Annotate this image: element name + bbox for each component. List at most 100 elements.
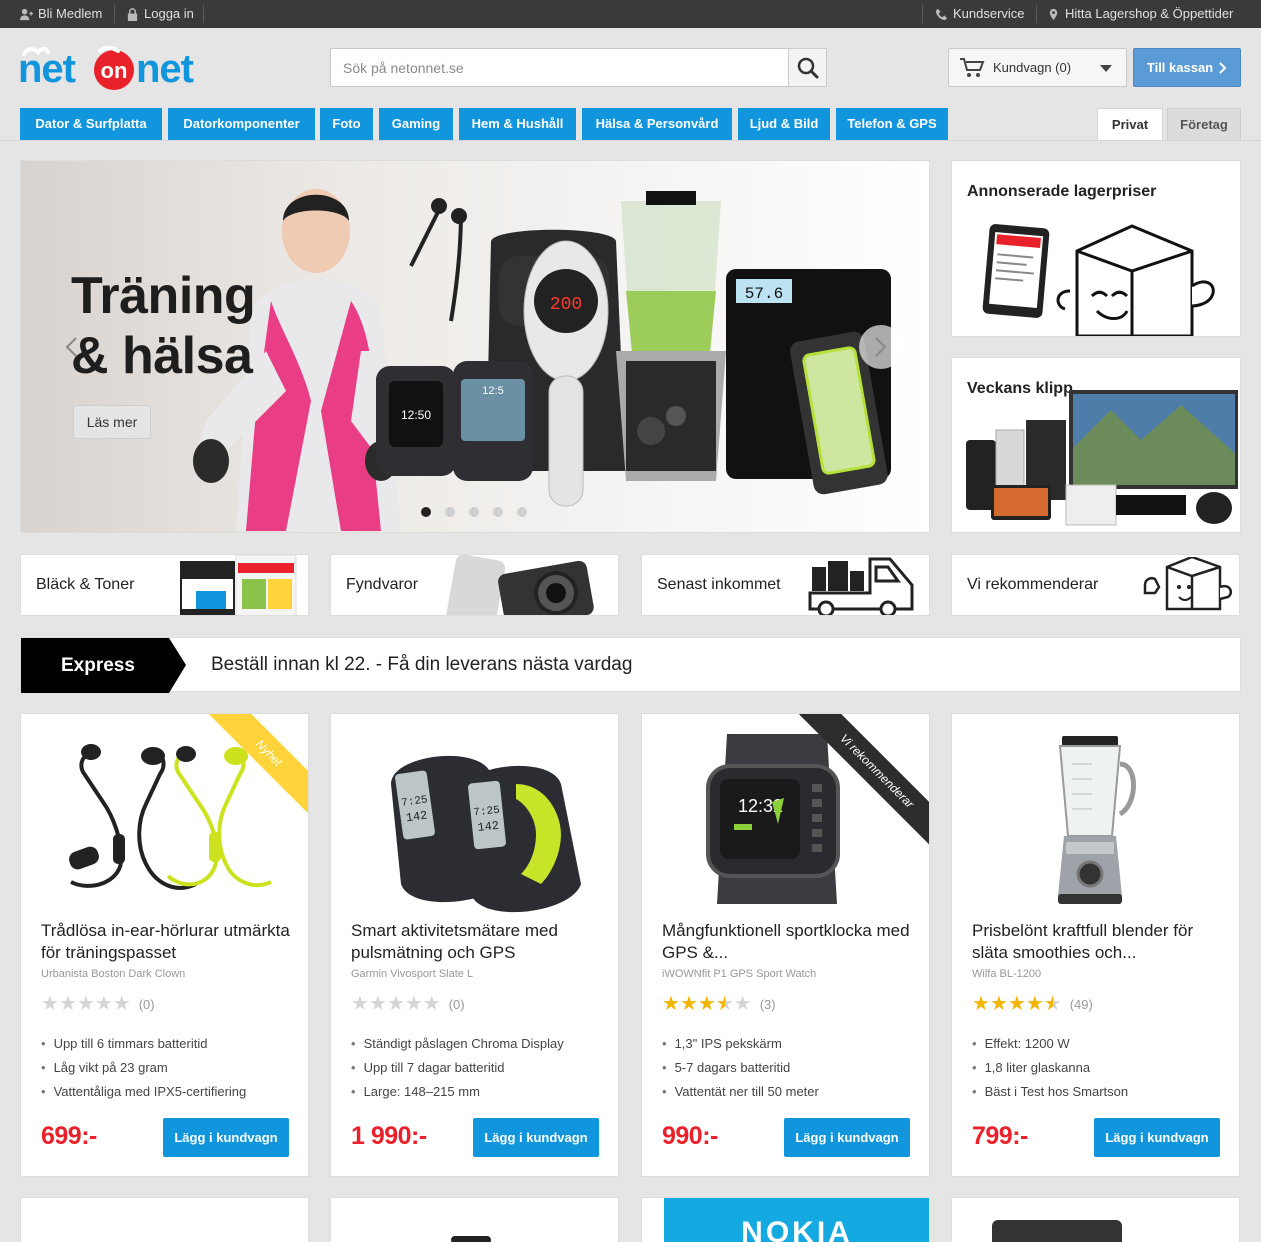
become-member-label: Bli Medlem (38, 6, 103, 21)
quicklink-label: Bläck & Toner (36, 576, 135, 593)
product-card-partial[interactable] (20, 1197, 309, 1242)
product-card[interactable]: Prisbelönt kraftfull blender för släta s… (951, 713, 1240, 1177)
ink-cartridge-image (180, 555, 297, 615)
product-name[interactable]: Trådlösa in-ear-hörlurar utmärkta för tr… (41, 920, 296, 964)
quicklink-new-arrivals[interactable]: Senast inkommet (641, 554, 930, 616)
star-icon: ★ (41, 993, 59, 1015)
feature-item: Vattentät ner till 50 meter (662, 1080, 819, 1104)
product-rating[interactable]: ★ ★ ★ ★ ★ (0) (351, 994, 465, 1014)
feature-item: 5-7 dagars batteritid (662, 1056, 819, 1080)
express-delivery-banner[interactable]: Express Beställ innan kl 22. - Få din le… (20, 637, 1241, 693)
category-datorkomponenter[interactable]: Datorkomponenter (168, 108, 315, 140)
customer-service-link[interactable]: Kundservice (935, 0, 1025, 28)
add-to-cart-button[interactable]: Lägg i kundvagn (473, 1118, 599, 1157)
bargains-image (446, 555, 594, 615)
category-halsa-personvard[interactable]: Hälsa & Personvård (582, 108, 732, 140)
star-icon: ★ (1007, 993, 1026, 1015)
carousel-dot[interactable] (469, 507, 479, 517)
add-to-cart-button[interactable]: Lägg i kundvagn (784, 1118, 910, 1157)
star-icon: ★ (351, 993, 369, 1015)
become-member-link[interactable]: Bli Medlem (20, 0, 102, 28)
thumbs-up-mascot-icon (1143, 557, 1232, 611)
quicklink-ink-toner[interactable]: Bläck & Toner (20, 554, 309, 616)
quicklink-recommended[interactable]: Vi rekommenderar (951, 554, 1240, 616)
nav-divider (0, 140, 1261, 141)
chevron-down-icon (1100, 65, 1112, 72)
logo-text-net-2: net (136, 47, 194, 90)
category-dator-surfplatta[interactable]: Dator & Surfplatta (20, 108, 162, 140)
product-rating[interactable]: ★ ★ ★ ★ ★ (3) (662, 994, 776, 1014)
hero-title-line1: Träning (71, 267, 256, 325)
carousel-dot[interactable] (421, 507, 431, 517)
carousel-dot[interactable] (445, 507, 455, 517)
category-gaming[interactable]: Gaming (379, 108, 453, 140)
svg-text:12:5: 12:5 (482, 385, 503, 397)
product-card-partial[interactable]: NOKIA (641, 1197, 930, 1242)
product-card[interactable]: 12:32 Vi rekommenderar Mångfunktionell s… (641, 713, 930, 1177)
quicklink-label: Fyndvaror (346, 576, 419, 593)
product-rating[interactable]: ★ ★ ★ ★ ★ (49) (972, 994, 1093, 1014)
star-icon: ★ (1025, 993, 1044, 1015)
promo-advertised-prices[interactable]: Annonserade lagerpriser (951, 160, 1241, 337)
category-foto[interactable]: Foto (320, 108, 373, 140)
lock-icon (127, 7, 138, 21)
location-pin-icon (1049, 8, 1058, 20)
product-model: Wilfa BL-1200 (972, 968, 1042, 980)
product-rating[interactable]: ★ ★ ★ ★ ★ (0) (41, 994, 155, 1014)
add-to-cart-button[interactable]: Lägg i kundvagn (1094, 1118, 1220, 1157)
product-card-partial[interactable] (951, 1197, 1240, 1242)
star-half-icon: ★ (1043, 993, 1062, 1015)
star-half-icon: ★ (715, 993, 734, 1015)
quicklink-label: Senast inkommet (657, 576, 781, 593)
product-card[interactable]: 7:25 142 7:25 142 Smart aktivitetsmätare… (330, 713, 619, 1177)
search-input[interactable] (331, 49, 789, 86)
quicklink-bargains[interactable]: Fyndvaror (330, 554, 619, 616)
product-price: 990:- (662, 1122, 718, 1150)
divider (922, 5, 923, 23)
login-link[interactable]: Logga in (126, 0, 194, 28)
weekly-deals-image (966, 390, 1238, 526)
product-name[interactable]: Smart aktivitetsmätare med pulsmätning o… (351, 920, 606, 964)
tab-privat[interactable]: Privat (1097, 108, 1163, 140)
star-icon: ★ (76, 993, 95, 1015)
star-icon: ★ (697, 993, 716, 1015)
carousel-prev-button[interactable] (49, 325, 93, 369)
feature-item: 1,8 liter glaskanna (972, 1056, 1128, 1080)
logo-text-on: on (101, 58, 128, 83)
product-price: 699:- (41, 1122, 97, 1150)
search-button[interactable] (788, 49, 826, 86)
product-card[interactable]: Nyhet Trådlösa in-ear-hörlurar utmärkta … (20, 713, 309, 1177)
netonnet-logo[interactable]: net on net (18, 42, 210, 90)
star-icon: ★ (404, 993, 423, 1015)
chevron-left-icon (65, 337, 77, 357)
product-card-partial[interactable] (330, 1197, 619, 1242)
tab-foretag[interactable]: Företag (1167, 108, 1241, 140)
feature-item: Bäst i Test hos Smartson (972, 1080, 1129, 1104)
star-icon: ★ (386, 993, 405, 1015)
carousel-pagination (421, 507, 527, 517)
hero-carousel[interactable]: 200 57.6 12:50 12:5 Träning & hälsa Läs … (20, 160, 930, 533)
cart-dropdown[interactable]: Kundvagn (0) (948, 48, 1127, 87)
category-hem-hushall[interactable]: Hem & Hushåll (459, 108, 576, 140)
feature-list: Effekt: 1200 W 1,8 liter glaskanna Bäst … (972, 1032, 1129, 1104)
review-count: (0) (448, 996, 465, 1012)
express-tag-arrow (169, 638, 186, 693)
carousel-dot[interactable] (493, 507, 503, 517)
express-tag: Express (21, 638, 169, 693)
product-name[interactable]: Mångfunktionell sportklocka med GPS &... (662, 920, 917, 964)
checkout-label: Till kassan (1146, 60, 1214, 75)
checkout-button[interactable]: Till kassan (1133, 48, 1241, 87)
category-ljud-bild[interactable]: Ljud & Bild (738, 108, 830, 140)
feature-list: 1,3" IPS pekskärm 5-7 dagars batteritid … (662, 1032, 819, 1104)
find-store-link[interactable]: Hitta Lagershop & Öppettider (1047, 0, 1233, 28)
promo-weekly-deals[interactable]: Veckans klipp (951, 357, 1241, 533)
add-to-cart-button[interactable]: Lägg i kundvagn (163, 1118, 289, 1157)
carousel-next-button[interactable] (859, 325, 903, 369)
category-telefon-gps[interactable]: Telefon & GPS (836, 108, 948, 140)
hero-read-more-button[interactable]: Läs mer (73, 405, 151, 439)
review-count: (3) (759, 996, 776, 1012)
review-count: (49) (1069, 996, 1093, 1012)
carousel-dot[interactable] (517, 507, 527, 517)
star-icon: ★ (972, 993, 990, 1015)
product-name[interactable]: Prisbelönt kraftfull blender för släta s… (972, 920, 1227, 964)
